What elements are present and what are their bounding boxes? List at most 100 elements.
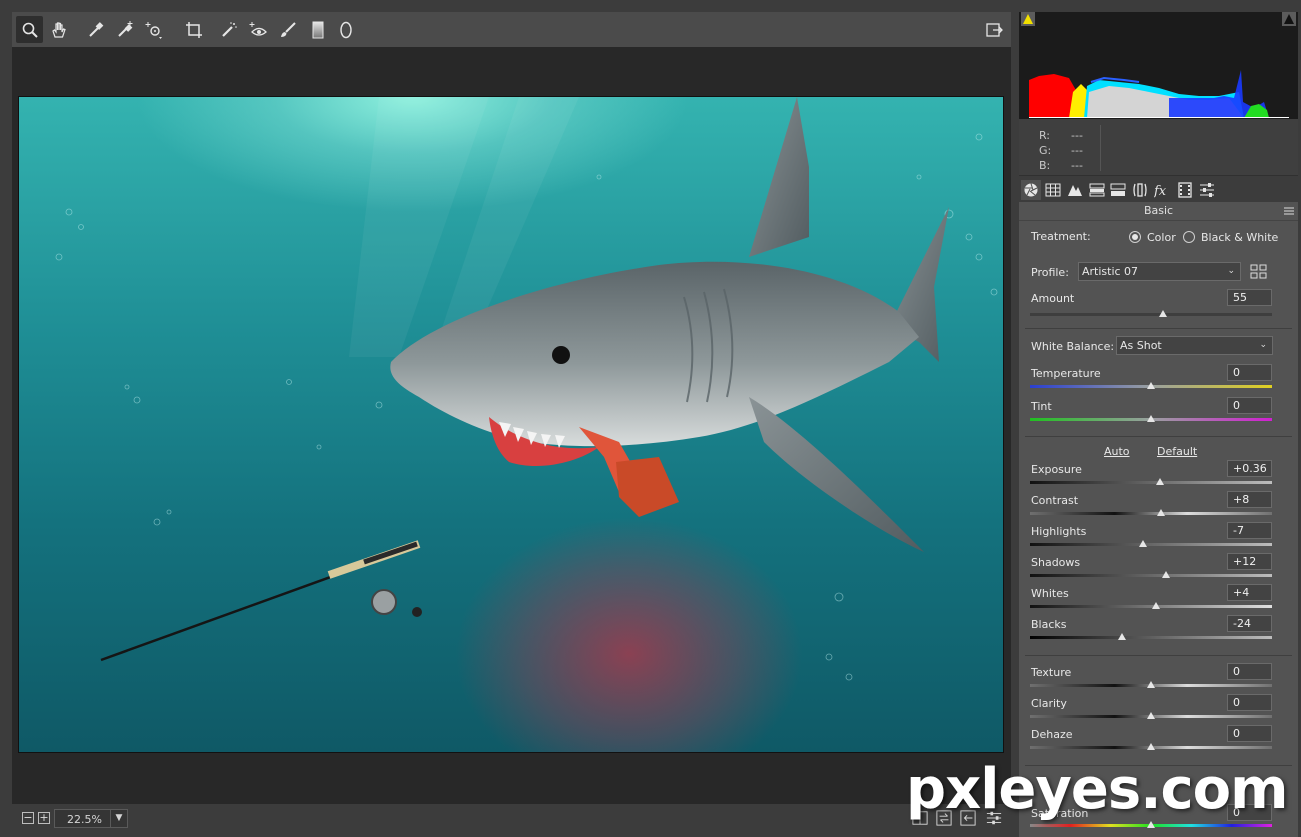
b-value: --- (1071, 159, 1083, 172)
tab-presets[interactable] (1197, 180, 1217, 200)
default-link[interactable]: Default (1157, 445, 1197, 458)
zoom-level-select[interactable]: 22.5% ▼ (54, 809, 128, 828)
shadow-clipping-warning[interactable] (1021, 12, 1035, 26)
radial-filter-tool-button[interactable] (332, 16, 359, 43)
targeted-adjustment-tool-button[interactable] (140, 16, 167, 43)
g-label: G: (1039, 144, 1052, 157)
r-label: R: (1039, 129, 1051, 142)
tab-calibration[interactable] (1175, 180, 1195, 200)
tab-split-toning[interactable] (1108, 180, 1128, 200)
treatment-bw-radio[interactable] (1183, 231, 1195, 243)
clarity-label: Clarity (1031, 697, 1067, 710)
whites-slider-thumb[interactable] (1151, 602, 1160, 609)
contrast-input[interactable]: +8 (1227, 491, 1272, 508)
chevron-down-icon: ⌄ (1259, 340, 1267, 350)
tint-slider-thumb[interactable] (1147, 415, 1155, 422)
whites-label: Whites (1031, 587, 1069, 600)
blacks-label: Blacks (1031, 618, 1067, 631)
treatment-bw-label: Black & White (1201, 231, 1279, 244)
highlights-slider-thumb[interactable] (1138, 540, 1147, 547)
exposure-label: Exposure (1031, 463, 1082, 476)
tab-tone-curve[interactable] (1043, 180, 1063, 200)
profile-select[interactable]: Artistic 07 ⌄ (1078, 262, 1241, 281)
zoom-icon (22, 22, 38, 38)
contrast-slider-thumb[interactable] (1156, 509, 1165, 516)
texture-input[interactable]: 0 (1227, 663, 1272, 680)
blacks-slider[interactable] (1030, 636, 1272, 639)
zoom-level-value: 22.5% (67, 813, 102, 826)
divider (1025, 655, 1292, 656)
spot-removal-icon (221, 21, 237, 37)
tab-effects[interactable]: fx (1152, 180, 1172, 200)
profile-browser-icon[interactable] (1250, 264, 1268, 280)
clarity-slider-thumb[interactable] (1147, 712, 1155, 719)
crop-tool-button[interactable] (180, 16, 207, 43)
image-canvas[interactable] (12, 47, 1011, 804)
exposure-slider[interactable] (1030, 481, 1272, 484)
spot-removal-tool-button[interactable] (215, 16, 242, 43)
temperature-input[interactable]: 0 (1227, 364, 1272, 381)
adjustment-brush-tool-button[interactable] (274, 16, 301, 43)
divider (1025, 436, 1292, 437)
color-sampler-tool-button[interactable] (111, 16, 138, 43)
amount-slider-thumb[interactable] (1159, 310, 1168, 317)
split-toning-icon (1110, 183, 1126, 196)
menu-icon[interactable] (1284, 206, 1294, 216)
auto-link[interactable]: Auto (1104, 445, 1130, 458)
tab-hsl[interactable] (1087, 180, 1107, 200)
adjustment-brush-icon (280, 21, 296, 37)
hand-tool-button[interactable] (45, 16, 72, 43)
whites-input[interactable]: +4 (1227, 584, 1272, 601)
profile-value: Artistic 07 (1082, 265, 1139, 278)
presets-icon (1200, 183, 1214, 197)
blacks-slider-thumb[interactable] (1117, 633, 1126, 640)
histogram[interactable] (1019, 12, 1298, 119)
white-balance-icon (88, 21, 103, 37)
dehaze-input[interactable]: 0 (1227, 725, 1272, 742)
temperature-slider-thumb[interactable] (1147, 382, 1155, 389)
tab-detail[interactable] (1065, 180, 1085, 200)
export-icon (985, 22, 1003, 37)
photo-preview[interactable] (18, 96, 1004, 753)
zoom-in-button[interactable]: + (38, 812, 50, 824)
red-eye-icon (249, 21, 267, 36)
amount-slider[interactable] (1030, 313, 1272, 316)
white-balance-tool-button[interactable] (82, 16, 109, 43)
open-preferences-button[interactable] (980, 16, 1007, 43)
shadows-input[interactable]: +12 (1227, 553, 1272, 570)
highlight-clipping-warning[interactable] (1282, 12, 1296, 26)
white-balance-select[interactable]: As Shot ⌄ (1116, 336, 1273, 355)
histogram-graph (1029, 70, 1289, 118)
amount-input[interactable]: 55 (1227, 289, 1272, 306)
tab-lens-corrections[interactable] (1130, 180, 1150, 200)
tint-input[interactable]: 0 (1227, 397, 1272, 414)
mountains-icon (1068, 185, 1082, 196)
blacks-input[interactable]: -24 (1227, 615, 1272, 632)
dehaze-slider-thumb[interactable] (1147, 743, 1155, 750)
tab-basic[interactable] (1021, 180, 1041, 200)
graduated-filter-tool-button[interactable] (304, 16, 331, 43)
contrast-slider[interactable] (1030, 512, 1272, 515)
saturation-slider-thumb[interactable] (1147, 821, 1155, 828)
treatment-color-radio[interactable] (1129, 231, 1141, 243)
g-value: --- (1071, 144, 1083, 157)
shadows-slider-thumb[interactable] (1161, 571, 1170, 578)
basic-panel: Basic Treatment: Color Black & White Pro… (1019, 202, 1298, 837)
exposure-slider-thumb[interactable] (1155, 478, 1164, 485)
shadows-slider[interactable] (1030, 574, 1272, 577)
dehaze-label: Dehaze (1031, 728, 1073, 741)
grid-curve-icon (1045, 183, 1061, 197)
zoom-tool-button[interactable] (16, 16, 43, 43)
hsl-icon (1089, 183, 1105, 197)
radial-filter-icon (339, 21, 352, 38)
texture-slider-thumb[interactable] (1147, 681, 1155, 688)
hand-icon (51, 21, 66, 38)
red-eye-tool-button[interactable] (244, 16, 271, 43)
exposure-input[interactable]: +0.36 (1227, 460, 1272, 477)
watermark: pxleyes.com (906, 757, 1288, 822)
treatment-label: Treatment: (1031, 230, 1091, 243)
highlights-input[interactable]: -7 (1227, 522, 1272, 539)
highlights-slider[interactable] (1030, 543, 1272, 546)
clarity-input[interactable]: 0 (1227, 694, 1272, 711)
zoom-out-button[interactable]: − (22, 812, 34, 824)
